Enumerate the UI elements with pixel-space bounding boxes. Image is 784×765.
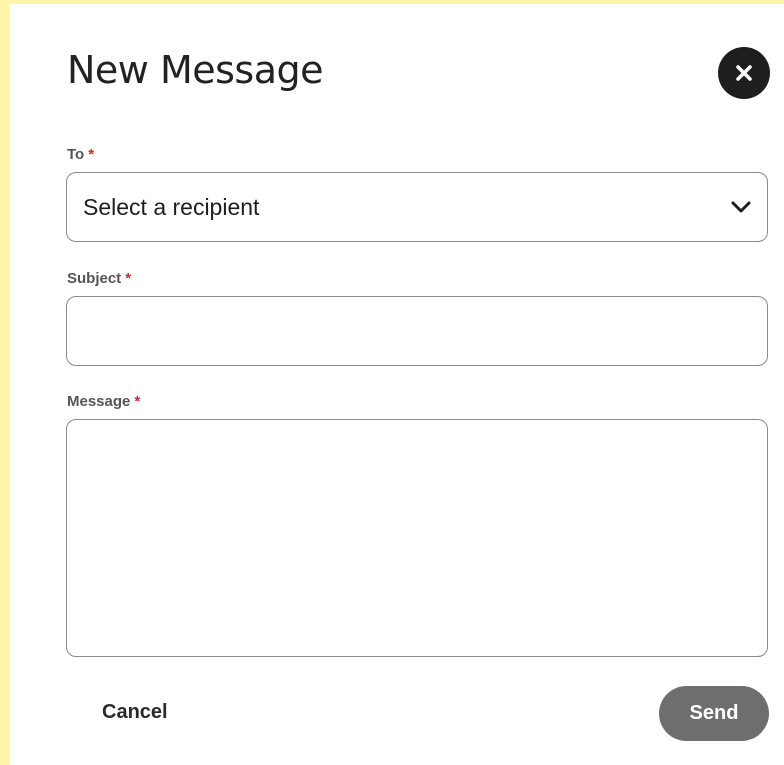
recipient-select[interactable]: Select a recipient bbox=[66, 172, 768, 242]
message-label: Message * bbox=[67, 393, 140, 410]
to-label: To * bbox=[67, 146, 94, 163]
subject-input[interactable] bbox=[66, 296, 768, 366]
send-button[interactable]: Send bbox=[659, 686, 769, 741]
message-textarea[interactable] bbox=[66, 419, 768, 657]
close-button[interactable] bbox=[718, 47, 770, 99]
subject-label: Subject * bbox=[67, 270, 131, 287]
cancel-button[interactable]: Cancel bbox=[102, 701, 168, 724]
new-message-dialog: New Message To * Select a recipient Subje… bbox=[0, 0, 784, 765]
message-label-text: Message bbox=[67, 393, 131, 410]
to-label-text: To bbox=[67, 146, 85, 163]
required-marker: * bbox=[125, 270, 132, 287]
subject-label-text: Subject bbox=[67, 270, 122, 287]
chevron-down-icon bbox=[731, 201, 751, 213]
recipient-select-value: Select a recipient bbox=[83, 193, 260, 220]
required-marker: * bbox=[88, 146, 95, 163]
required-marker: * bbox=[134, 393, 141, 410]
close-icon bbox=[736, 65, 752, 81]
dialog-title: New Message bbox=[67, 48, 324, 92]
